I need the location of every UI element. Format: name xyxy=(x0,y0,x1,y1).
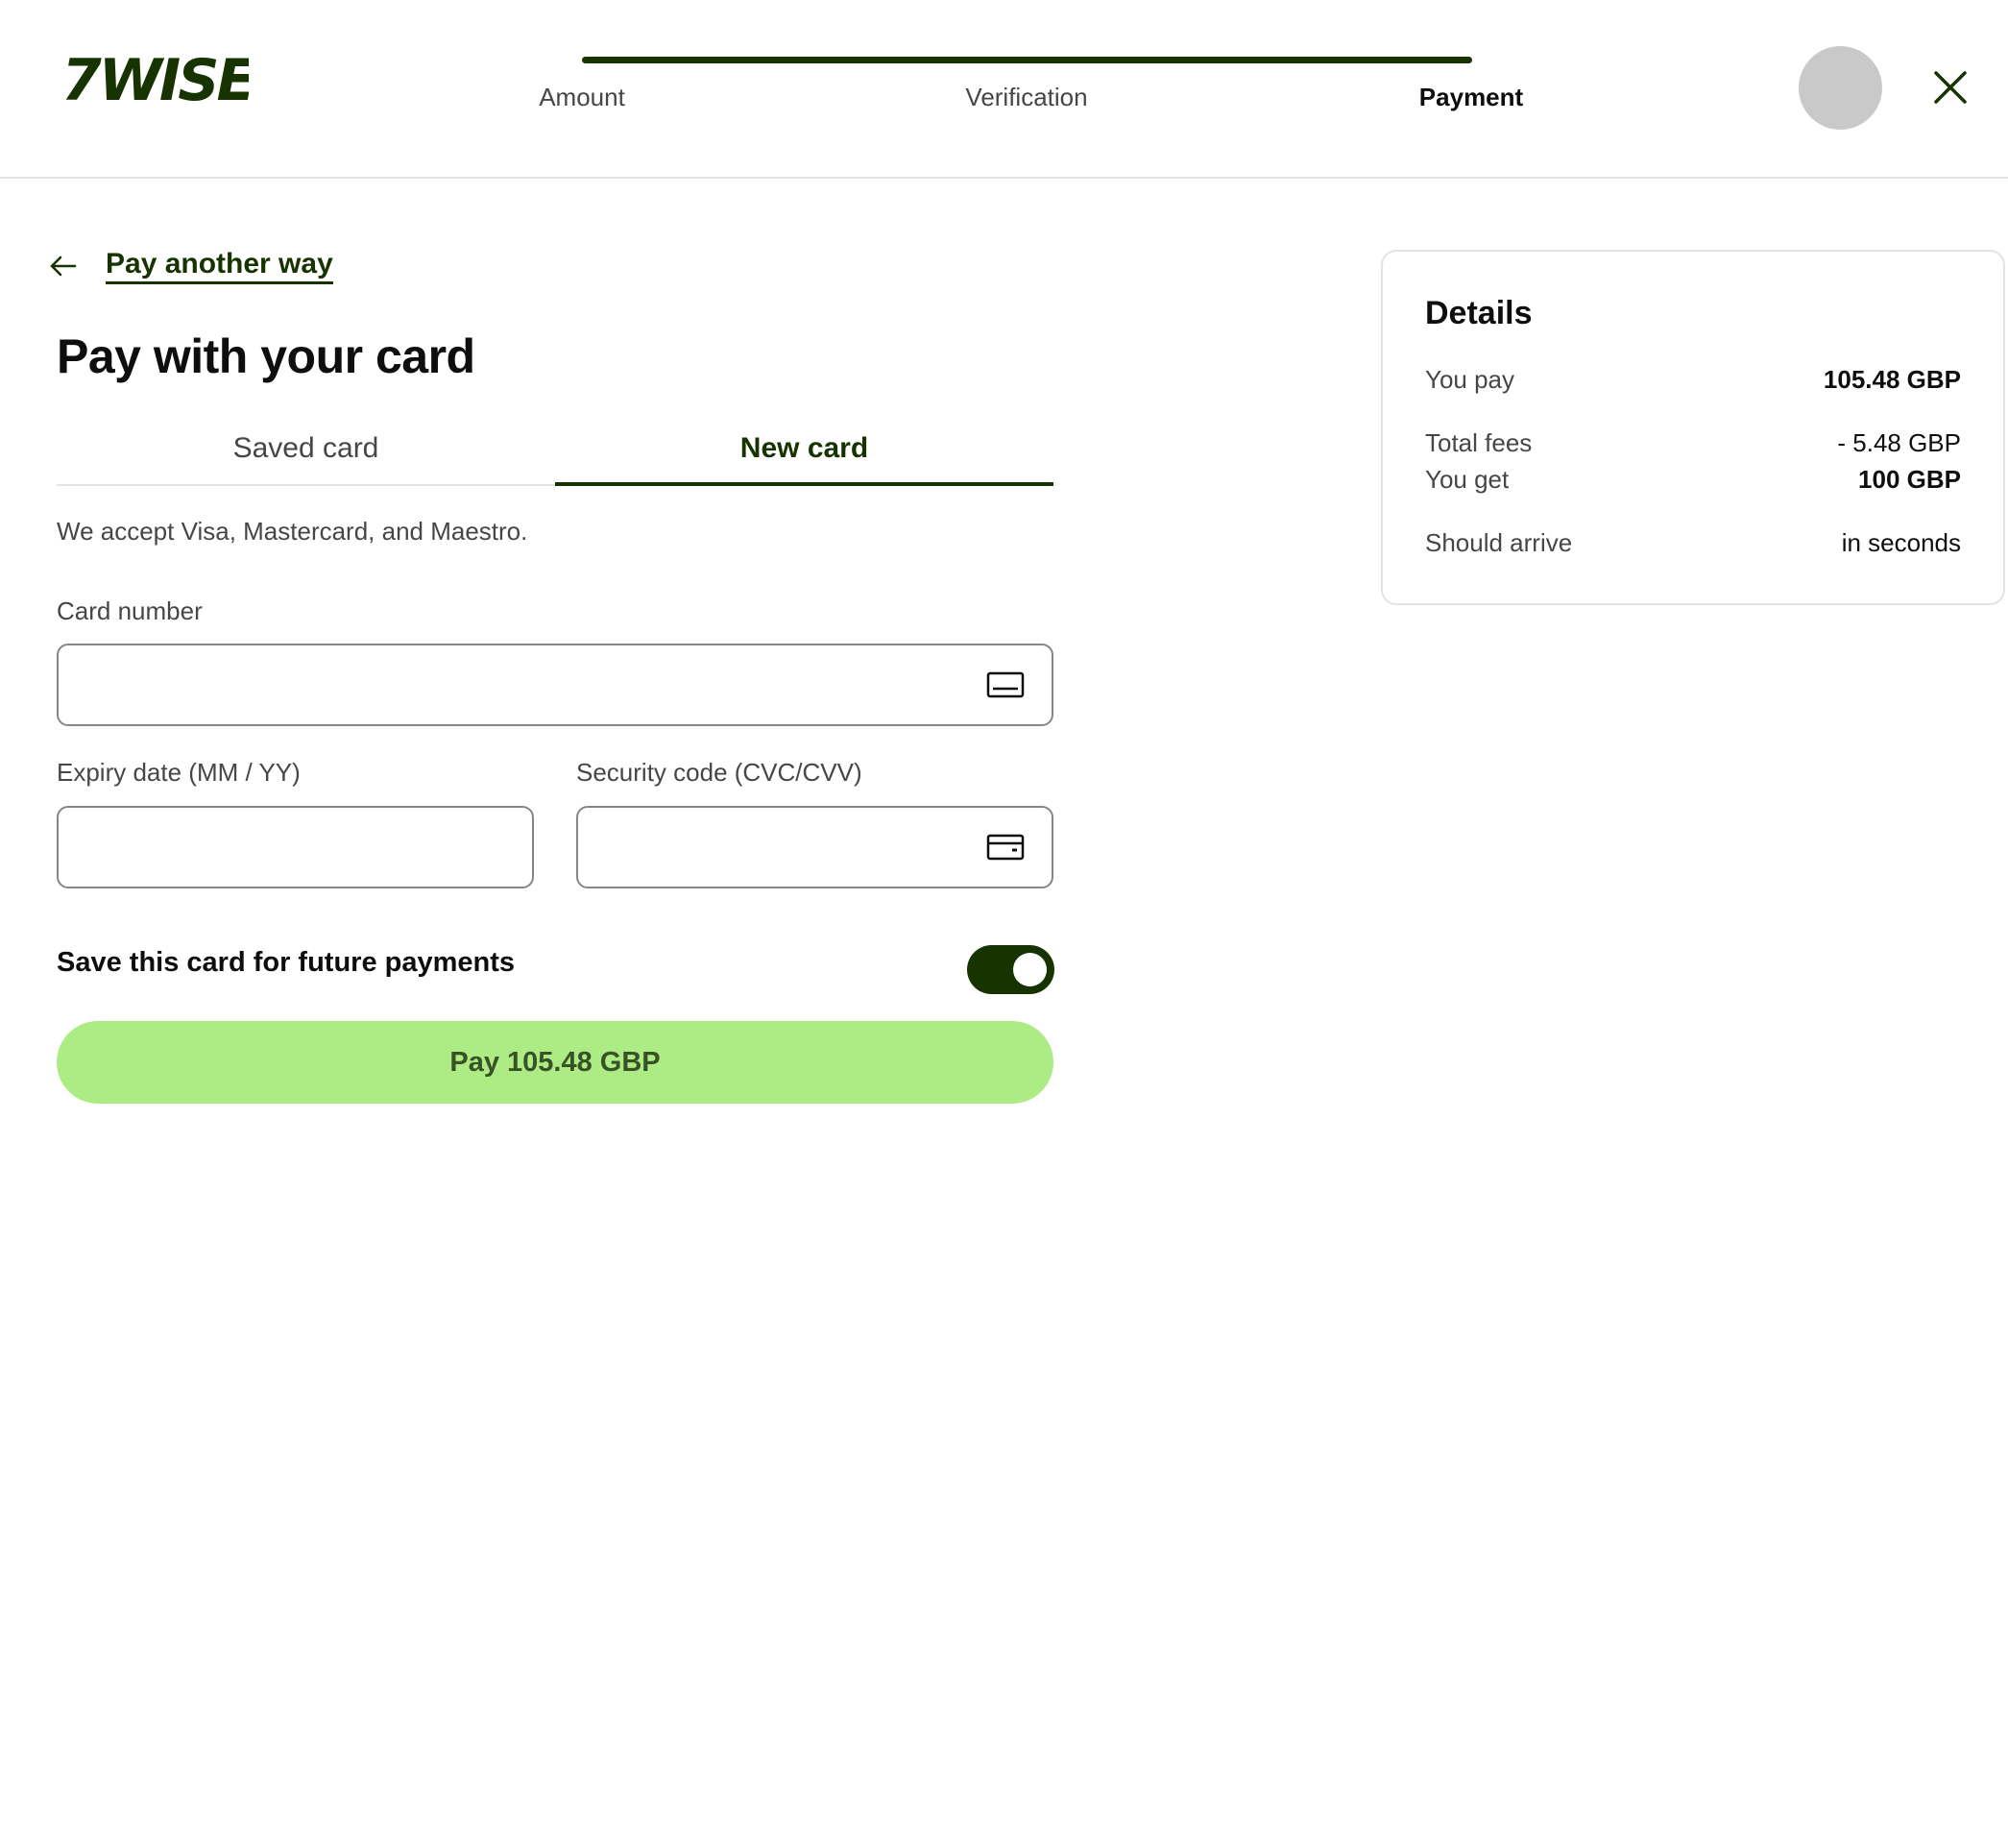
pay-button[interactable]: Pay 105.48 GBP xyxy=(57,1021,1053,1104)
save-card-toggle[interactable] xyxy=(967,945,1054,994)
accepted-cards-note: We accept Visa, Mastercard, and Maestro. xyxy=(57,517,528,546)
detail-value: 105.48 GBP xyxy=(1823,365,1961,394)
details-title: Details xyxy=(1425,295,1533,331)
detail-row-total-fees: Total fees - 5.48 GBP xyxy=(1425,428,1961,458)
expiry-label: Expiry date (MM / YY) xyxy=(57,758,301,787)
pay-another-way-label: Pay another way xyxy=(106,248,333,284)
detail-label: You get xyxy=(1425,465,1510,494)
card-number-input[interactable] xyxy=(59,645,1052,724)
svg-text:7WISE: 7WISE xyxy=(61,54,249,108)
detail-value: in seconds xyxy=(1841,528,1961,557)
avatar[interactable] xyxy=(1799,46,1882,130)
detail-row-you-pay: You pay 105.48 GBP xyxy=(1425,365,1961,395)
details-card: Details You pay 105.48 GBP Total fees - … xyxy=(1381,250,2005,605)
security-code-field-box xyxy=(576,806,1053,888)
expiry-field-box xyxy=(57,806,534,888)
security-code-input[interactable] xyxy=(578,808,1052,887)
step-amount: Amount xyxy=(539,83,625,111)
save-card-label: Save this card for future payments xyxy=(57,947,516,978)
close-icon[interactable] xyxy=(1930,67,1971,108)
toggle-knob xyxy=(1013,953,1047,986)
detail-row-you-get: You get 100 GBP xyxy=(1425,465,1961,495)
card-tabs: Saved card New card xyxy=(57,413,1053,486)
detail-row-should-arrive: Should arrive in seconds xyxy=(1425,528,1961,558)
card-number-field-box xyxy=(57,644,1053,726)
wise-logo[interactable]: 7WISE xyxy=(61,54,249,108)
tab-new-card[interactable]: New card xyxy=(555,413,1053,486)
page-title: Pay with your card xyxy=(57,329,475,383)
pay-another-way-link[interactable]: Pay another way xyxy=(48,242,333,290)
detail-label: Total fees xyxy=(1425,428,1533,457)
step-verification: Verification xyxy=(965,83,1088,111)
detail-value: - 5.48 GBP xyxy=(1837,428,1961,457)
expiry-input[interactable] xyxy=(59,808,532,887)
card-number-icon xyxy=(986,671,1025,698)
detail-label: Should arrive xyxy=(1425,528,1573,557)
top-header: 7WISE Amount Verification Payment xyxy=(0,0,2008,179)
detail-label: You pay xyxy=(1425,365,1515,394)
card-back-icon xyxy=(986,834,1025,861)
card-number-label: Card number xyxy=(57,596,203,625)
detail-value: 100 GBP xyxy=(1858,465,1961,494)
progress-track xyxy=(582,57,1472,63)
step-payment: Payment xyxy=(1418,83,1524,111)
arrow-left-icon xyxy=(50,255,77,277)
tab-saved-card[interactable]: Saved card xyxy=(57,413,555,484)
security-code-label: Security code (CVC/CVV) xyxy=(576,758,862,787)
